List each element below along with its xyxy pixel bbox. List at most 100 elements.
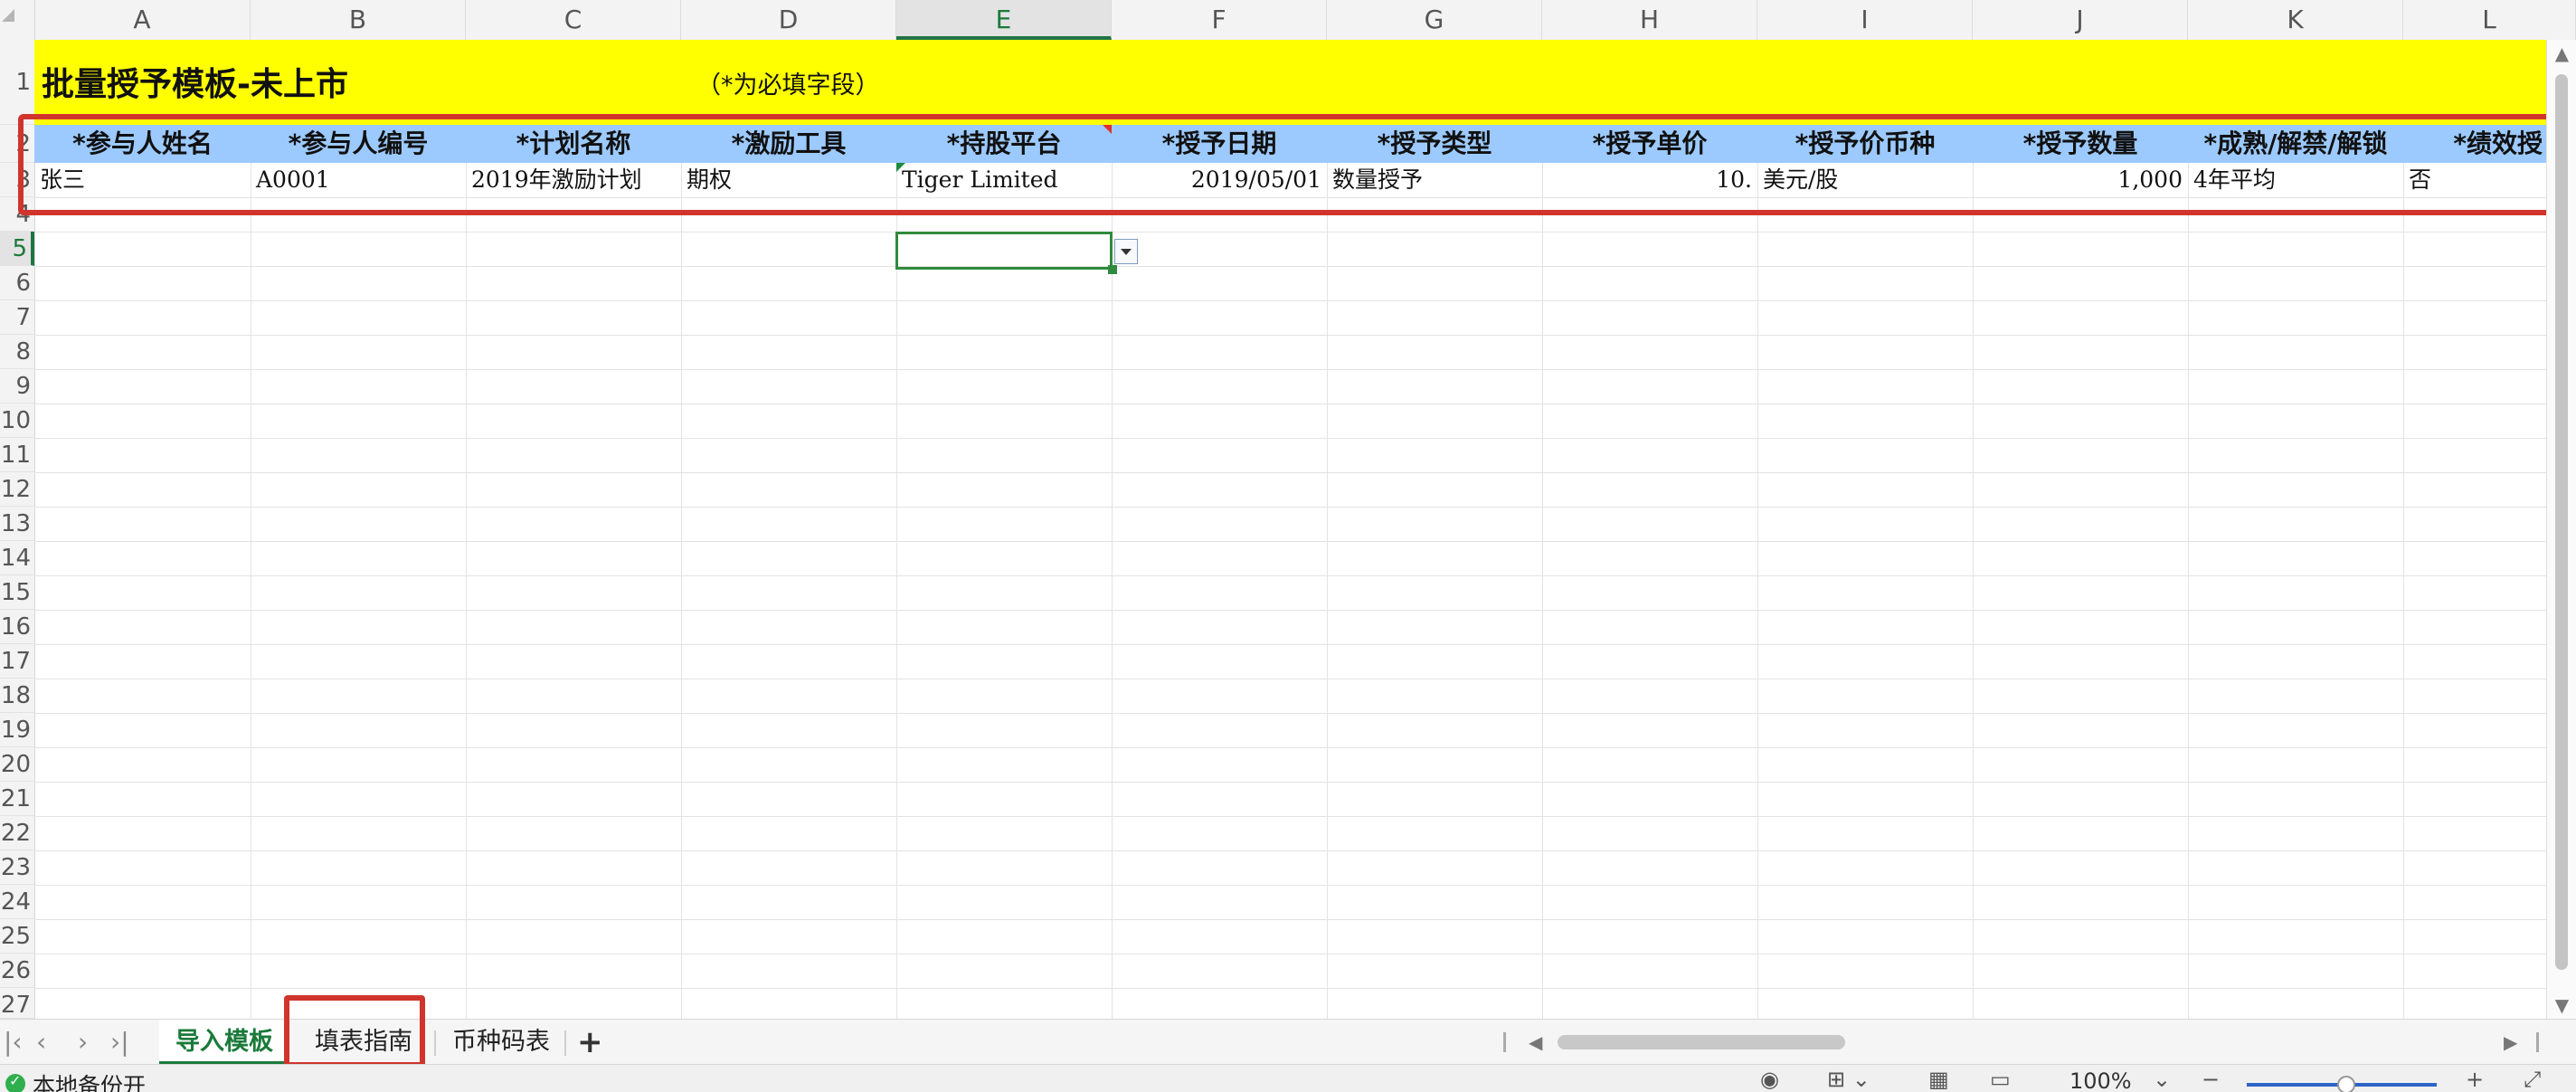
row-header-26[interactable]: 26 — [0, 954, 34, 988]
zoom-in-button[interactable]: + — [2466, 1067, 2484, 1092]
row-header-23[interactable]: 23 — [0, 850, 34, 885]
header-cell-grant-type[interactable]: *授予类型 — [1327, 125, 1542, 163]
cell-participant-name[interactable]: 张三 — [34, 163, 251, 197]
row-header-4[interactable]: 4 — [0, 197, 34, 232]
row-header-22[interactable]: 22 — [0, 816, 34, 850]
select-all-corner[interactable] — [0, 0, 35, 40]
header-cell-plan-name[interactable]: *计划名称 — [466, 125, 681, 163]
zoom-level[interactable]: 100% — [2069, 1068, 2132, 1092]
column-header-b[interactable]: B — [251, 0, 466, 40]
comment-indicator[interactable] — [1103, 125, 1112, 134]
column-header-a[interactable]: A — [34, 0, 251, 40]
page-layout-icon[interactable]: ▭ — [1990, 1067, 2011, 1092]
column-header-k[interactable]: K — [2188, 0, 2403, 40]
row-header-7[interactable]: 7 — [0, 300, 34, 335]
column-header-l[interactable]: L — [2403, 0, 2576, 40]
row-header-6[interactable]: 6 — [0, 266, 34, 300]
cell-grant-type[interactable]: 数量授予 — [1327, 163, 1542, 197]
tab-currency-codes[interactable]: 币种码表 — [436, 1020, 566, 1065]
fill-handle[interactable] — [1108, 265, 1117, 274]
column-header-j[interactable]: J — [1973, 0, 2188, 40]
column-header-d[interactable]: D — [681, 0, 896, 40]
header-cell-grant-price[interactable]: *授予单价 — [1542, 125, 1757, 163]
row-header-1[interactable]: 1 — [0, 40, 34, 125]
horizontal-scroll-thumb[interactable] — [1558, 1035, 1845, 1049]
prev-sheet-icon[interactable]: ‹ — [36, 1020, 46, 1065]
sheet-title[interactable]: 批量授予模板-未上市 — [42, 58, 348, 105]
row-header-8[interactable]: 8 — [0, 335, 34, 369]
scroll-down-icon[interactable]: ▼ — [2547, 992, 2576, 1019]
first-sheet-icon[interactable]: |‹ — [4, 1020, 23, 1065]
row-header-15[interactable]: 15 — [0, 575, 34, 610]
row-header-10[interactable]: 10 — [0, 404, 34, 438]
grid-icon[interactable]: ⊞ ⌄ — [1827, 1067, 1870, 1092]
column-header-g[interactable]: G — [1327, 0, 1542, 40]
header-cell-performance[interactable]: *绩效授 — [2403, 125, 2546, 163]
header-cell-participant-id[interactable]: *参与人编号 — [251, 125, 466, 163]
row-header-20[interactable]: 20 — [0, 747, 34, 782]
tab-import-template[interactable]: 导入模板 — [159, 1020, 289, 1065]
column-header-i[interactable]: I — [1757, 0, 1973, 40]
tab-fill-guide[interactable]: 填表指南 — [298, 1020, 429, 1065]
row-header-5[interactable]: 5 — [0, 232, 34, 266]
next-sheet-icon[interactable]: › — [78, 1020, 88, 1065]
column-header-e[interactable]: E — [896, 0, 1112, 40]
scroll-right-icon[interactable]: ▶ — [2504, 1020, 2517, 1065]
header-cell-grant-quantity[interactable]: *授予数量 — [1973, 125, 2188, 163]
scroll-up-icon[interactable]: ▲ — [2547, 40, 2576, 67]
zoom-dropdown-icon[interactable]: ⌄ — [2153, 1067, 2171, 1092]
row-header-14[interactable]: 14 — [0, 541, 34, 575]
vertical-scrollbar[interactable]: ▲ ▼ — [2546, 40, 2576, 1019]
column-header-f[interactable]: F — [1112, 0, 1327, 40]
row-header-9[interactable]: 9 — [0, 369, 34, 404]
row-header-13[interactable]: 13 — [0, 507, 34, 541]
header-cell-holding-platform[interactable]: *持股平台 — [896, 125, 1112, 163]
grid-line — [466, 163, 467, 1019]
column-header-h[interactable]: H — [1542, 0, 1757, 40]
tab-split-handle[interactable] — [1503, 1032, 1506, 1052]
eye-icon[interactable]: ◉ — [1760, 1067, 1779, 1092]
zoom-slider-knob[interactable] — [2337, 1076, 2355, 1092]
backup-status[interactable]: 本地备份开 — [33, 1068, 146, 1092]
row-header-3[interactable]: 3 — [0, 163, 34, 197]
add-sheet-button[interactable]: + — [577, 1020, 603, 1065]
row-header-11[interactable]: 11 — [0, 438, 34, 472]
scroll-left-icon[interactable]: ◀ — [1529, 1020, 1542, 1065]
error-indicator[interactable] — [896, 163, 905, 172]
header-cell-incentive-tool[interactable]: *激励工具 — [681, 125, 896, 163]
last-sheet-icon[interactable]: ›| — [110, 1020, 129, 1065]
row-header-18[interactable]: 18 — [0, 679, 34, 713]
row-header-16[interactable]: 16 — [0, 610, 34, 644]
cell-price-currency[interactable]: 美元/股 — [1757, 163, 1973, 197]
row-header-24[interactable]: 24 — [0, 885, 34, 919]
row-header-19[interactable]: 19 — [0, 713, 34, 747]
header-cell-price-currency[interactable]: *授予价币种 — [1757, 125, 1973, 163]
vertical-scroll-thumb[interactable] — [2555, 74, 2568, 970]
row-header-27[interactable]: 27 — [0, 988, 34, 1019]
row-header-17[interactable]: 17 — [0, 644, 34, 679]
cell-holding-platform[interactable]: Tiger Limited — [896, 163, 1112, 197]
cell-grant-date[interactable]: 2019/05/01 — [1112, 163, 1327, 197]
required-note[interactable]: （*为必填字段） — [696, 65, 880, 100]
selected-cell-e5[interactable] — [895, 232, 1113, 270]
cell-participant-id[interactable]: A0001 — [251, 163, 466, 197]
row-header-12[interactable]: 12 — [0, 472, 34, 507]
row-header-25[interactable]: 25 — [0, 919, 34, 954]
cell-incentive-tool[interactable]: 期权 — [681, 163, 896, 197]
normal-view-icon[interactable]: ▦ — [1928, 1067, 1949, 1092]
sheet-grid[interactable]: 批量授予模板-未上市 （*为必填字段） *参与人姓名 *参与人编号 *计划名称 … — [34, 40, 2546, 1019]
row-header-2[interactable]: 2 — [0, 125, 34, 163]
zoom-out-button[interactable]: − — [2202, 1067, 2220, 1092]
header-cell-vesting[interactable]: *成熟/解禁/解锁 — [2188, 125, 2403, 163]
cell-vesting[interactable]: 4年平均 — [2188, 163, 2403, 197]
cell-grant-price[interactable]: 10. — [1542, 163, 1757, 197]
cell-plan-name[interactable]: 2019年激励计划 — [466, 163, 681, 197]
fullscreen-icon[interactable]: ⤢ — [2524, 1067, 2541, 1092]
cell-grant-quantity[interactable]: 1,000 — [1973, 163, 2188, 197]
cell-performance[interactable]: 否 — [2403, 163, 2546, 197]
header-cell-participant-name[interactable]: *参与人姓名 — [34, 125, 251, 163]
header-cell-grant-date[interactable]: *授予日期 — [1112, 125, 1327, 163]
cell-dropdown-button[interactable] — [1114, 239, 1138, 264]
row-header-21[interactable]: 21 — [0, 782, 34, 816]
column-header-c[interactable]: C — [466, 0, 681, 40]
